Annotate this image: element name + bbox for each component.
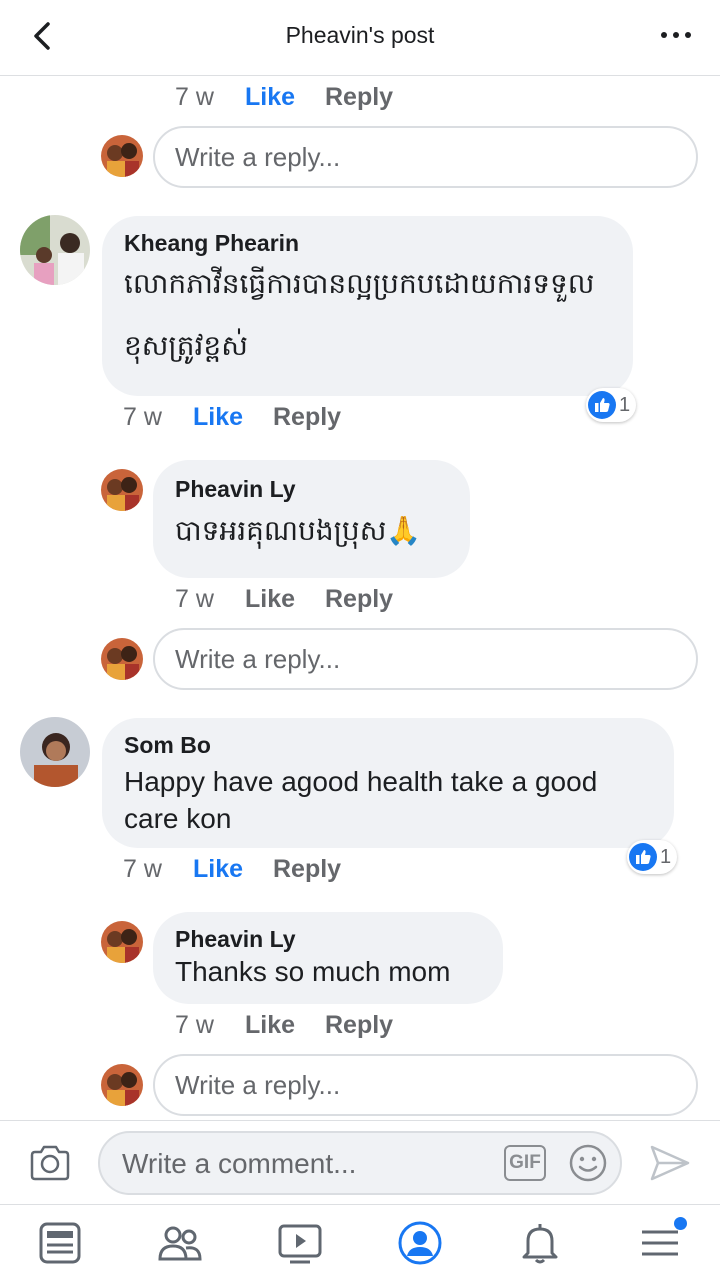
avatar xyxy=(101,638,143,680)
comment-bubble: Som Bo Happy have agood health take a go… xyxy=(102,718,674,848)
reply-input-placeholder: Write a reply... xyxy=(175,643,341,674)
send-icon[interactable] xyxy=(648,1141,692,1185)
reaction-badge[interactable]: 1 xyxy=(586,388,637,422)
like-reaction-icon xyxy=(588,391,616,419)
avatar xyxy=(101,921,143,963)
like-button[interactable]: Like xyxy=(245,1011,325,1040)
bottom-navigation xyxy=(0,1204,720,1280)
profile-icon[interactable] xyxy=(396,1219,444,1267)
friends-icon[interactable] xyxy=(156,1219,204,1267)
like-button[interactable]: Like xyxy=(245,83,325,112)
camera-icon[interactable] xyxy=(28,1143,72,1183)
reply-bubble: Pheavin Ly បាទអរគុណបងប្រុស🙏 xyxy=(153,460,470,578)
gif-button[interactable]: GIF xyxy=(504,1145,546,1181)
reply-actions: 7 w Like Reply xyxy=(175,1011,393,1040)
comment-input[interactable]: Write a comment... GIF xyxy=(98,1131,622,1195)
reply-input[interactable]: Write a reply... xyxy=(153,1054,698,1116)
emoji-icon[interactable] xyxy=(568,1143,608,1183)
reply-button[interactable]: Reply xyxy=(273,403,341,432)
comment-input-placeholder: Write a comment... xyxy=(122,1148,357,1179)
timestamp: 7 w xyxy=(175,585,214,613)
like-button[interactable]: Like xyxy=(193,855,273,884)
reply-button[interactable]: Reply xyxy=(325,585,393,614)
reply-button[interactable]: Reply xyxy=(325,83,393,112)
reply-bubble: Pheavin Ly Thanks so much mom xyxy=(153,912,503,1004)
avatar xyxy=(101,469,143,511)
news-feed-icon[interactable] xyxy=(36,1219,84,1267)
reply-text: Thanks so much mom xyxy=(175,956,451,987)
avatar xyxy=(20,717,90,787)
reply-input-placeholder: Write a reply... xyxy=(175,1069,341,1100)
avatar xyxy=(101,1064,143,1106)
avatar xyxy=(101,135,143,177)
reply-author[interactable]: Pheavin Ly xyxy=(175,926,481,953)
reply-actions: 7 w Like Reply xyxy=(175,585,393,614)
avatar xyxy=(20,215,90,285)
comment-text: លោកភាវីនធ្វើការបានល្អប្រកបដោយការទទួលខុសត… xyxy=(124,268,595,361)
like-button[interactable]: Like xyxy=(245,585,325,614)
like-reaction-icon xyxy=(629,843,657,871)
reply-input[interactable]: Write a reply... xyxy=(153,126,698,188)
reaction-count: 1 xyxy=(660,845,672,868)
timestamp: 7 w xyxy=(175,1011,214,1039)
reaction-badge[interactable]: 1 xyxy=(627,840,678,874)
comment-bubble: Kheang Phearin លោកភាវីនធ្វើការបានល្អប្រក… xyxy=(102,216,633,396)
reply-actions: 7 w Like Reply xyxy=(175,83,393,112)
reaction-count: 1 xyxy=(619,393,631,416)
comment-composer: Write a comment... GIF xyxy=(0,1120,720,1204)
notifications-icon[interactable] xyxy=(516,1219,564,1267)
reply-button[interactable]: Reply xyxy=(325,1011,393,1040)
like-button[interactable]: Like xyxy=(193,403,273,432)
notification-dot xyxy=(674,1217,687,1230)
reply-text: បាទអរគុណបងប្រុស🙏 xyxy=(175,515,422,546)
watch-icon[interactable] xyxy=(276,1219,324,1267)
timestamp: 7 w xyxy=(123,855,162,883)
comment-text: Happy have agood health take a good care… xyxy=(124,766,598,834)
comment-actions: 7 w Like Reply xyxy=(123,403,341,432)
reply-input-placeholder: Write a reply... xyxy=(175,141,341,172)
reply-input[interactable]: Write a reply... xyxy=(153,628,698,690)
top-bar: Pheavin's post xyxy=(0,0,720,76)
reply-button[interactable]: Reply xyxy=(273,855,341,884)
reply-author[interactable]: Pheavin Ly xyxy=(175,476,448,503)
comment-actions: 7 w Like Reply xyxy=(123,855,341,884)
more-options-icon[interactable] xyxy=(656,20,696,50)
timestamp: 7 w xyxy=(175,83,214,111)
timestamp: 7 w xyxy=(123,403,162,431)
comment-author[interactable]: Som Bo xyxy=(124,732,652,759)
page-title: Pheavin's post xyxy=(285,22,435,48)
